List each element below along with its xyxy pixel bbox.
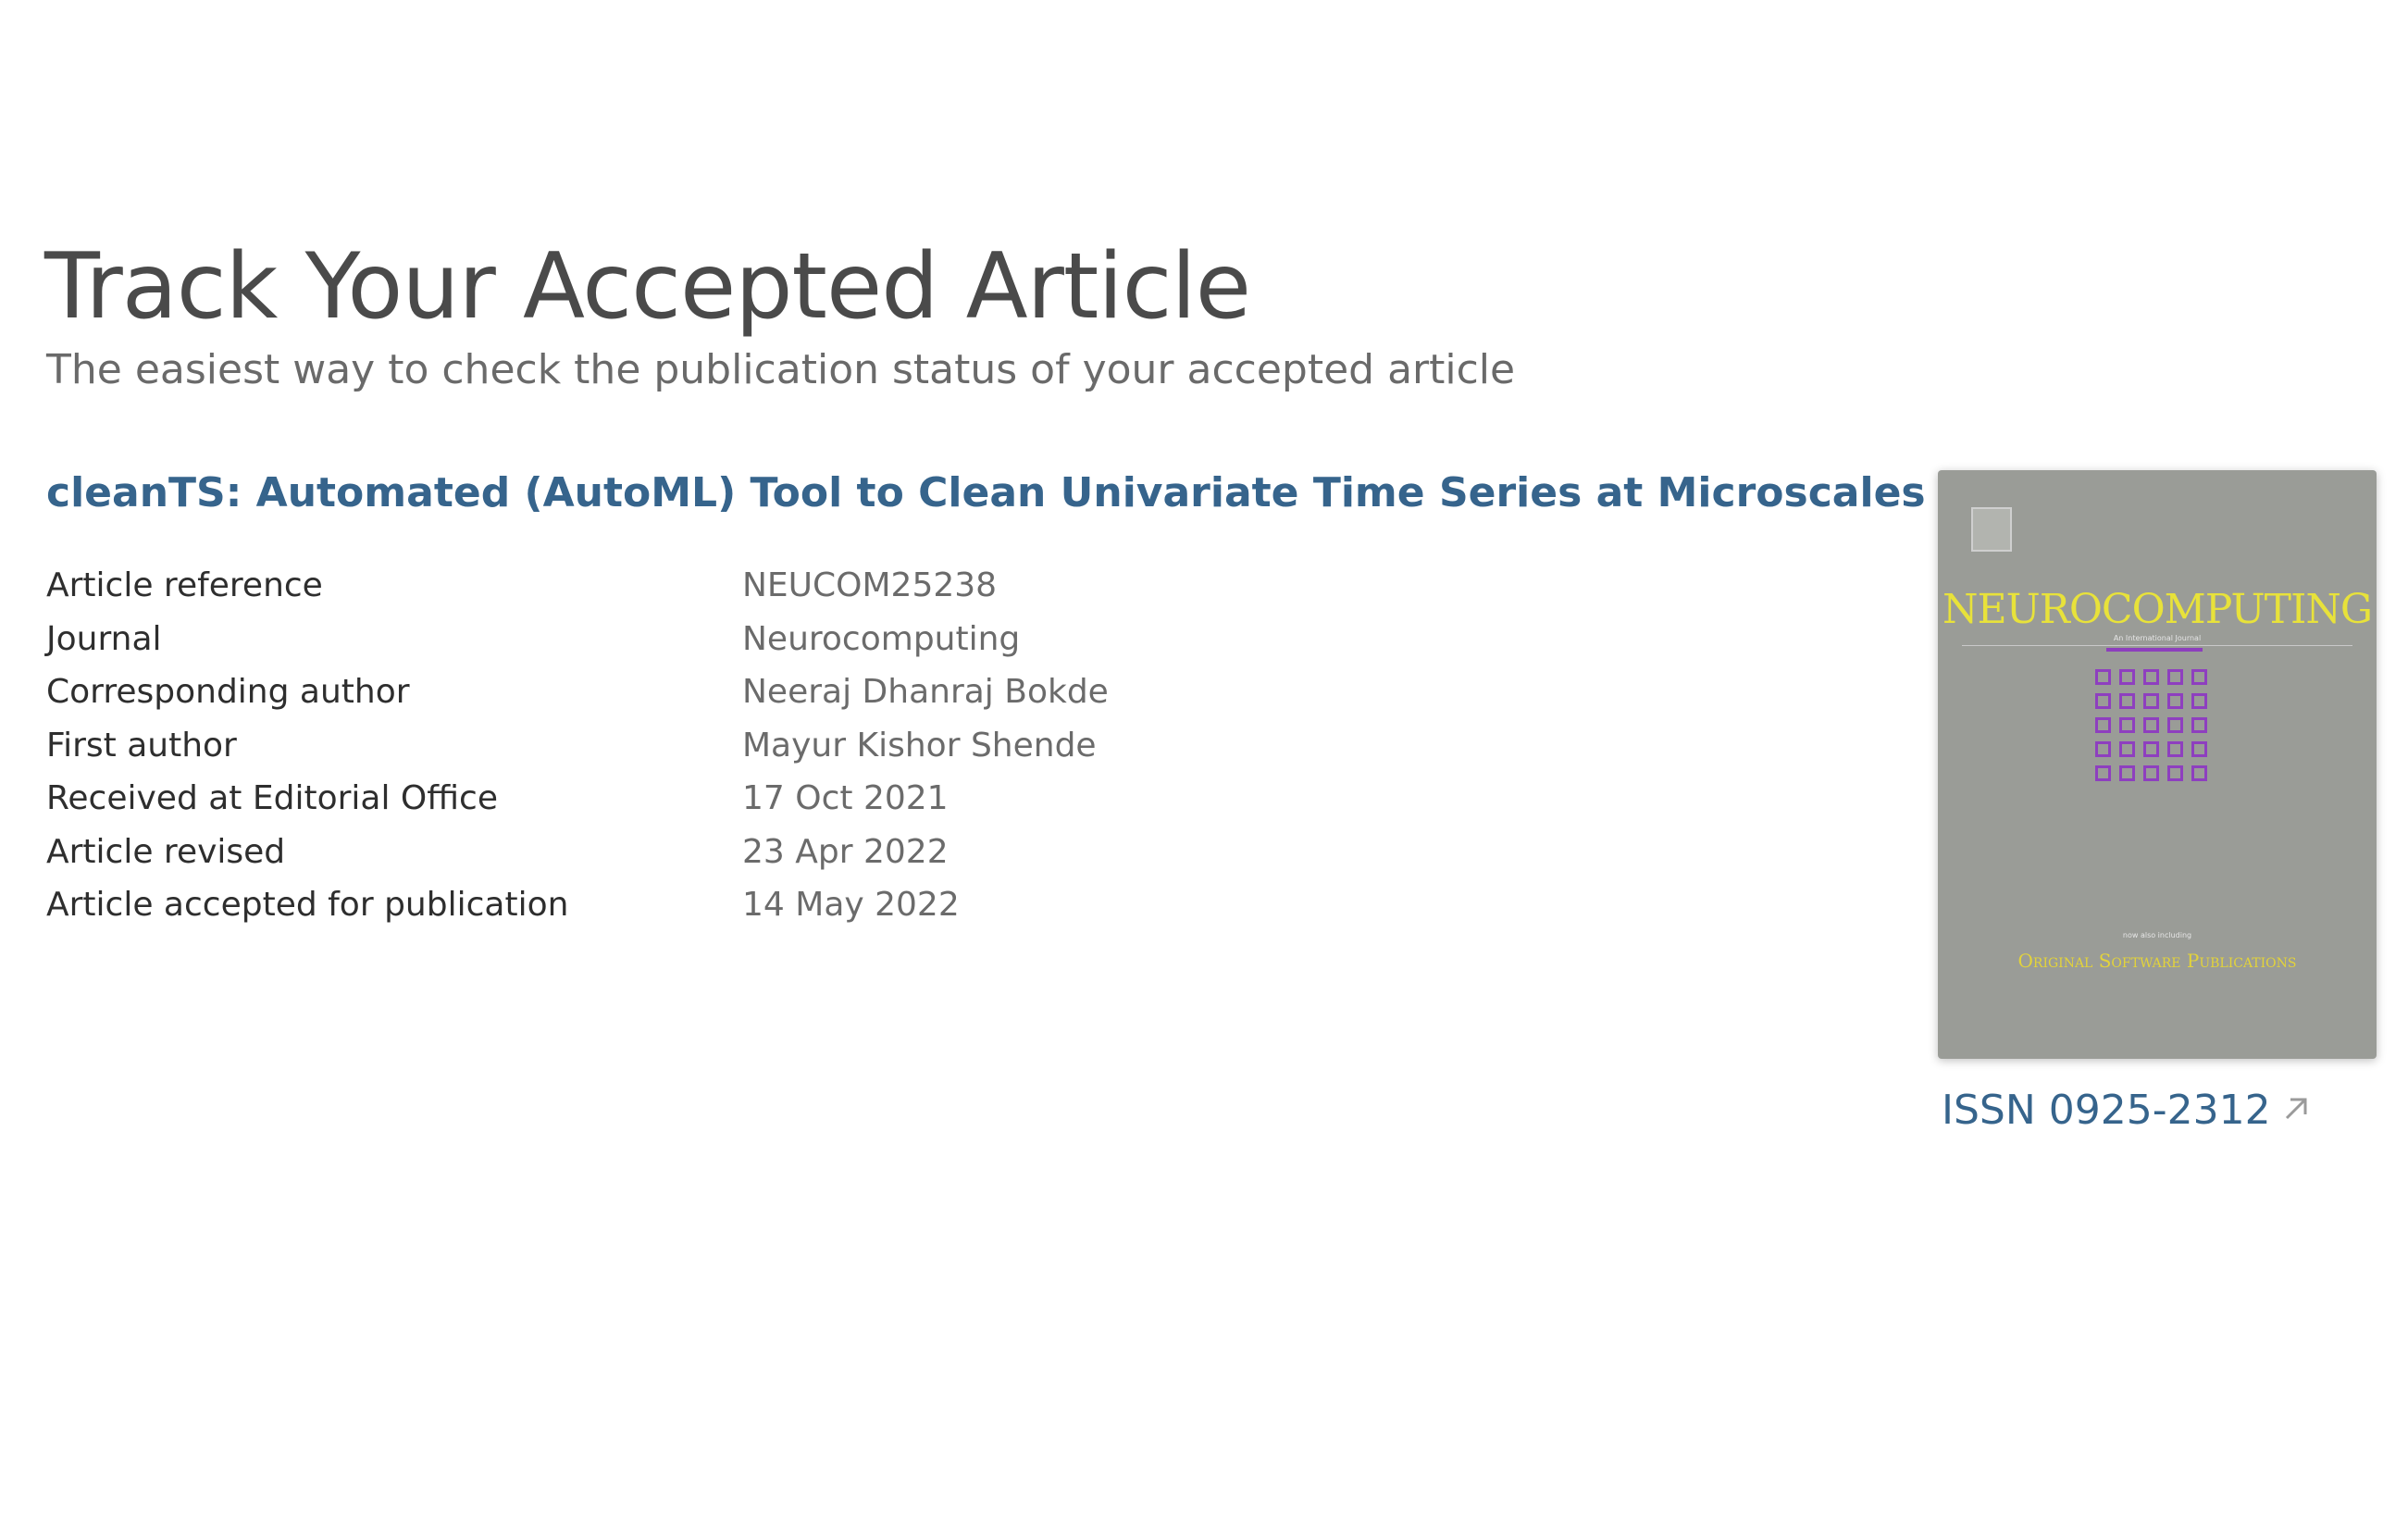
cover-grid-square (2191, 693, 2207, 709)
cover-tagline: An International Journal (2113, 634, 2202, 642)
detail-value: Neeraj Dhanraj Bokde (742, 673, 1109, 711)
detail-value: 14 May 2022 (742, 886, 960, 924)
cover-grid-square (2119, 741, 2135, 757)
detail-label: Article accepted for publication (46, 886, 569, 924)
cover-grid-square (2191, 741, 2207, 757)
cover-grid-square (2191, 669, 2207, 685)
cover-grid-square (2119, 693, 2135, 709)
cover-grid-square (2167, 669, 2183, 685)
issn-link[interactable]: ISSN 0925-2312 (1942, 1083, 2310, 1138)
cover-grid-square (2095, 741, 2111, 757)
detail-value: 23 Apr 2022 (742, 832, 949, 871)
cover-accent-line (2106, 648, 2203, 652)
cover-journal-name: NEUROCOMPUTING (1943, 586, 2373, 633)
external-link-arrow-icon (2285, 1098, 2307, 1120)
cover-grid-square (2167, 693, 2183, 709)
detail-value: NEUCOM25238 (742, 566, 998, 604)
cover-grid-square (2119, 717, 2135, 733)
cover-grid-square (2143, 765, 2159, 781)
cover-divider (1962, 645, 2352, 646)
cover-grid-square (2191, 717, 2207, 733)
page-title: Track Your Accepted Article (44, 234, 1251, 340)
journal-cover-image[interactable]: NEUROCOMPUTING An International Journal … (1938, 470, 2377, 1059)
page-subtitle: The easiest way to check the publication… (46, 346, 1516, 393)
detail-label: Article revised (46, 832, 286, 871)
cover-grid-square (2167, 765, 2183, 781)
article-title-link[interactable]: cleanTS: Automated (AutoML) Tool to Clea… (46, 466, 1926, 521)
cover-grid-square (2167, 741, 2183, 757)
cover-series-title: Original Software Publications (2017, 950, 2297, 972)
cover-grid-square (2143, 717, 2159, 733)
issn-label: ISSN 0925-2312 (1942, 1087, 2271, 1134)
cover-grid-square (2095, 717, 2111, 733)
cover-grid-square (2143, 669, 2159, 685)
cover-grid-square (2143, 693, 2159, 709)
detail-value: 17 Oct 2021 (742, 779, 949, 817)
publisher-logo-icon (1971, 507, 2012, 552)
detail-label: Corresponding author (46, 673, 410, 711)
detail-label: Journal (46, 619, 162, 658)
cover-grid-square (2143, 741, 2159, 757)
cover-grid-square (2119, 765, 2135, 781)
detail-value: Mayur Kishor Shende (742, 726, 1097, 764)
cover-grid-square (2167, 717, 2183, 733)
detail-value: Neurocomputing (742, 619, 1021, 658)
cover-grid-square (2095, 669, 2111, 685)
cover-grid-square (2095, 765, 2111, 781)
cover-series-note: now also including (2122, 931, 2192, 939)
detail-label: Received at Editorial Office (46, 779, 498, 817)
cover-grid-square (2119, 669, 2135, 685)
cover-grid-square (2095, 693, 2111, 709)
cover-grid-square (2191, 765, 2207, 781)
detail-label: Article reference (46, 566, 323, 604)
detail-label: First author (46, 726, 237, 764)
